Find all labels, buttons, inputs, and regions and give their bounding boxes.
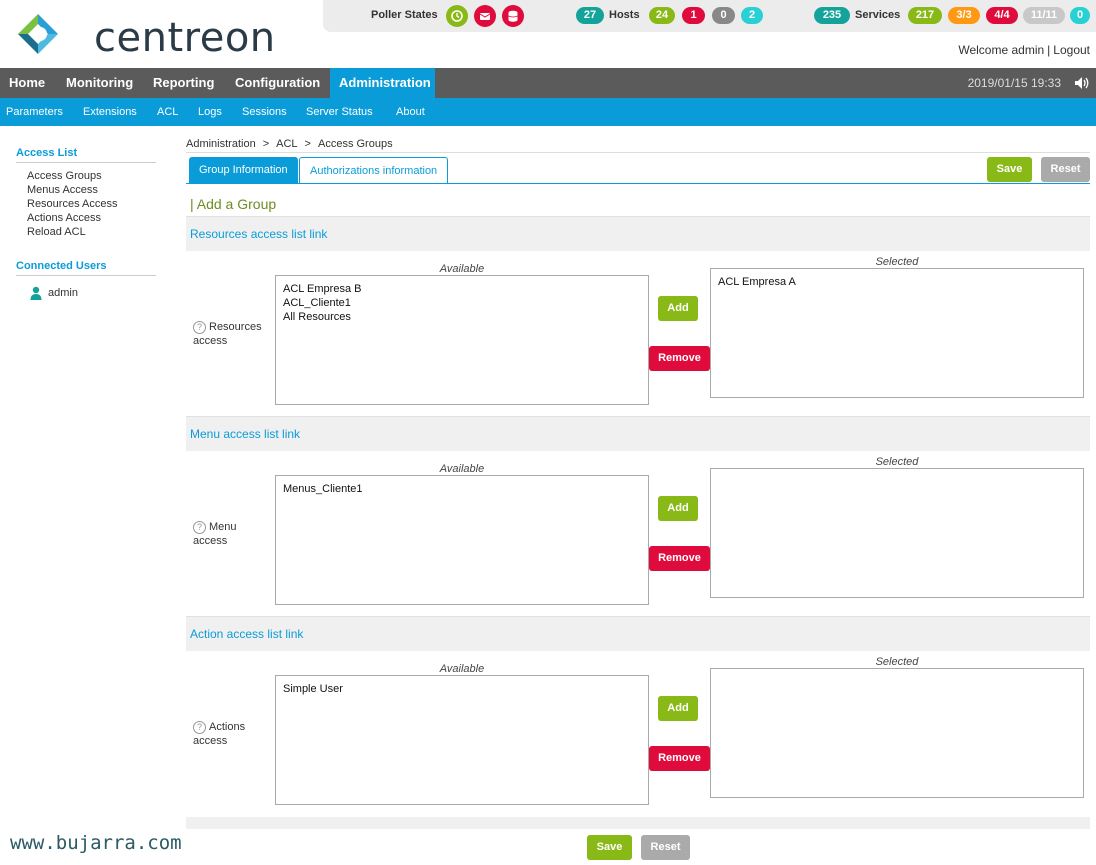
welcome-area: Welcome admin | Logout: [958, 43, 1090, 57]
resources-add-button[interactable]: Add: [658, 296, 698, 321]
actions-selected-list[interactable]: [710, 668, 1084, 798]
breadcrumb-access-groups[interactable]: Access Groups: [318, 138, 393, 150]
available-caption: Available: [439, 463, 485, 475]
list-item[interactable]: Simple User: [283, 682, 641, 696]
resources-remove-button[interactable]: Remove: [649, 346, 710, 371]
breadcrumb: Administration > ACL > Access Groups: [186, 138, 393, 150]
list-item[interactable]: All Resources: [283, 310, 641, 324]
subnav-parameters[interactable]: Parameters: [6, 98, 63, 126]
subnav-logs[interactable]: Logs: [198, 98, 222, 126]
selected-caption: Selected: [875, 656, 919, 668]
hosts-label[interactable]: Hosts: [609, 9, 640, 21]
actions-available-list[interactable]: Simple User: [275, 675, 649, 805]
section-title-menu: Menu access list link: [190, 427, 301, 441]
menu-selected-list[interactable]: [710, 468, 1084, 598]
save-button-bottom[interactable]: Save: [587, 835, 632, 860]
selected-caption: Selected: [875, 256, 919, 268]
breadcrumb-divider: [186, 152, 1090, 153]
list-item[interactable]: ACL Empresa B: [283, 282, 641, 296]
hosts-unreachable-badge[interactable]: 0: [712, 7, 735, 24]
actions-add-button[interactable]: Add: [658, 696, 698, 721]
list-item[interactable]: ACL_Cliente1: [283, 296, 641, 310]
tab-divider: [186, 183, 1090, 184]
services-unknown-badge[interactable]: 11/11: [1023, 7, 1065, 24]
section-header-menu: Menu access list link: [186, 416, 1090, 451]
tab-group-information[interactable]: Group Information: [189, 157, 298, 184]
tab-authorizations-information[interactable]: Authorizations information: [299, 157, 449, 184]
menu-remove-button[interactable]: Remove: [649, 546, 710, 571]
list-item[interactable]: ACL Empresa A: [718, 275, 1076, 289]
watermark: www.bujarra.com: [10, 832, 182, 854]
welcome-text: Welcome admin: [958, 43, 1045, 57]
services-pending-badge[interactable]: 0: [1070, 7, 1090, 24]
section-title-actions: Action access list link: [190, 627, 304, 641]
menu-add-button[interactable]: Add: [658, 496, 698, 521]
subnav-acl[interactable]: ACL: [157, 98, 178, 126]
list-item[interactable]: Menus_Cliente1: [283, 482, 641, 496]
connected-users-title: Connected Users: [16, 260, 156, 276]
resources-available-list[interactable]: ACL Empresa B ACL_Cliente1 All Resources: [275, 275, 649, 405]
resources-access-label: Resources access: [193, 321, 262, 347]
datetime: 2019/01/15 19:33: [967, 76, 1061, 90]
selected-caption: Selected: [875, 456, 919, 468]
nav-monitoring[interactable]: Monitoring: [57, 68, 142, 98]
nav-reporting[interactable]: Reporting: [144, 68, 223, 98]
reset-button-bottom[interactable]: Reset: [641, 835, 690, 860]
centreon-logo[interactable]: centreon: [14, 10, 276, 61]
hosts-up-badge[interactable]: 24: [649, 7, 675, 24]
subnav-extensions[interactable]: Extensions: [83, 98, 137, 126]
centreon-logo-icon: [18, 14, 58, 54]
available-caption: Available: [439, 663, 485, 675]
form-footer-strip: [186, 817, 1090, 829]
speaker-icon[interactable]: [1074, 76, 1090, 90]
sidebar-link-access-groups[interactable]: Access Groups: [27, 170, 102, 182]
services-warning-badge[interactable]: 3/3: [948, 7, 980, 24]
actions-access-label: Actions access: [193, 721, 246, 747]
poller-clock-icon[interactable]: [446, 5, 468, 27]
breadcrumb-acl[interactable]: ACL: [276, 138, 297, 150]
section-header-resources: Resources access list link: [186, 216, 1090, 251]
section-title-resources: Resources access list link: [190, 227, 328, 241]
form-title: | Add a Group: [190, 196, 277, 212]
reset-button-top[interactable]: Reset: [1041, 157, 1090, 182]
subnav-server-status[interactable]: Server Status: [306, 98, 373, 126]
save-button-top[interactable]: Save: [987, 157, 1032, 182]
sidebar-link-actions-access[interactable]: Actions Access: [27, 212, 101, 224]
header: centreon Poller States 27 Hosts 24 1 0 2…: [0, 0, 1096, 68]
brand-name: centreon: [94, 15, 276, 61]
sidebar-link-reload-acl[interactable]: Reload ACL: [27, 226, 86, 238]
poller-database-icon[interactable]: [502, 5, 524, 27]
breadcrumb-administration[interactable]: Administration: [186, 138, 256, 150]
access-list-title: Access List: [16, 147, 156, 163]
sidebar-link-menus-access[interactable]: Menus Access: [27, 184, 98, 196]
available-caption: Available: [439, 263, 485, 275]
services-label[interactable]: Services: [855, 9, 900, 21]
services-ok-badge[interactable]: 217: [908, 7, 942, 24]
nav-administration[interactable]: Administration: [330, 68, 435, 98]
hosts-total-badge[interactable]: 27: [576, 7, 604, 24]
status-bar: Poller States 27 Hosts 24 1 0 2 235 Serv…: [323, 0, 1096, 32]
user-icon: [30, 286, 42, 300]
hosts-pending-badge[interactable]: 2: [741, 7, 763, 24]
poller-states-label: Poller States: [371, 9, 438, 21]
sidebar-link-resources-access[interactable]: Resources Access: [27, 198, 117, 210]
sub-nav: Parameters Extensions ACL Logs Sessions …: [0, 98, 1096, 126]
main-nav: Home Monitoring Reporting Configuration …: [0, 68, 1096, 98]
section-header-actions: Action access list link: [186, 616, 1090, 651]
nav-home[interactable]: Home: [0, 68, 54, 98]
menu-access-label: Menu access: [193, 521, 237, 547]
services-total-badge[interactable]: 235: [814, 7, 850, 24]
actions-remove-button[interactable]: Remove: [649, 746, 710, 771]
services-critical-badge[interactable]: 4/4: [986, 7, 1018, 24]
subnav-about[interactable]: About: [396, 98, 425, 126]
menu-available-list[interactable]: Menus_Cliente1: [275, 475, 649, 605]
subnav-sessions[interactable]: Sessions: [242, 98, 287, 126]
logout-link[interactable]: Logout: [1053, 43, 1090, 57]
resources-selected-list[interactable]: ACL Empresa A: [710, 268, 1084, 398]
poller-latency-icon[interactable]: [474, 5, 496, 27]
nav-configuration[interactable]: Configuration: [226, 68, 329, 98]
hosts-down-badge[interactable]: 1: [682, 7, 705, 24]
connected-user-admin: admin: [48, 287, 78, 299]
